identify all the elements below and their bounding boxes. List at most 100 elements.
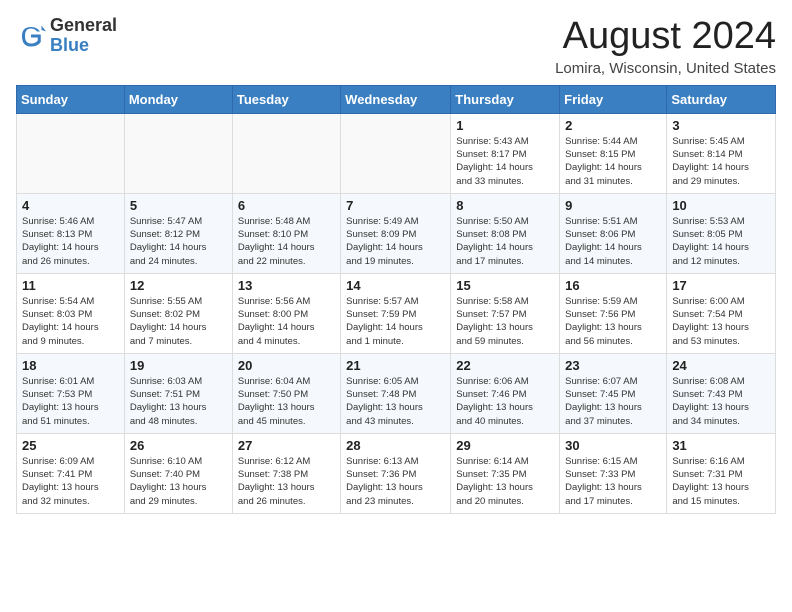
day-info: Sunrise: 5:57 AM Sunset: 7:59 PM Dayligh… bbox=[346, 295, 445, 348]
calendar-cell: 24 Sunrise: 6:08 AM Sunset: 7:43 PM Dayli… bbox=[667, 353, 776, 433]
day-number: 31 bbox=[672, 438, 770, 453]
logo: General Blue bbox=[16, 16, 117, 56]
calendar-cell: 3 Sunrise: 5:45 AM Sunset: 8:14 PM Daylig… bbox=[667, 113, 776, 193]
day-info: Sunrise: 5:55 AM Sunset: 8:02 PM Dayligh… bbox=[130, 295, 227, 348]
day-info: Sunrise: 5:48 AM Sunset: 8:10 PM Dayligh… bbox=[238, 215, 335, 268]
day-number: 21 bbox=[346, 358, 445, 373]
day-info: Sunrise: 5:54 AM Sunset: 8:03 PM Dayligh… bbox=[22, 295, 119, 348]
week-row-3: 11 Sunrise: 5:54 AM Sunset: 8:03 PM Dayli… bbox=[17, 273, 776, 353]
calendar-cell: 17 Sunrise: 6:00 AM Sunset: 7:54 PM Dayli… bbox=[667, 273, 776, 353]
logo-line2: Blue bbox=[50, 36, 117, 56]
calendar-cell: 18 Sunrise: 6:01 AM Sunset: 7:53 PM Dayli… bbox=[17, 353, 125, 433]
calendar-cell bbox=[124, 113, 232, 193]
day-info: Sunrise: 5:53 AM Sunset: 8:05 PM Dayligh… bbox=[672, 215, 770, 268]
weekday-header-friday: Friday bbox=[560, 85, 667, 113]
day-number: 17 bbox=[672, 278, 770, 293]
location: Lomira, Wisconsin, United States bbox=[555, 60, 776, 77]
day-info: Sunrise: 6:10 AM Sunset: 7:40 PM Dayligh… bbox=[130, 455, 227, 508]
weekday-header-thursday: Thursday bbox=[451, 85, 560, 113]
day-number: 2 bbox=[565, 118, 661, 133]
calendar-cell: 22 Sunrise: 6:06 AM Sunset: 7:46 PM Dayli… bbox=[451, 353, 560, 433]
day-number: 4 bbox=[22, 198, 119, 213]
calendar-cell: 10 Sunrise: 5:53 AM Sunset: 8:05 PM Dayli… bbox=[667, 193, 776, 273]
day-info: Sunrise: 6:08 AM Sunset: 7:43 PM Dayligh… bbox=[672, 375, 770, 428]
month-title: August 2024 bbox=[555, 16, 776, 58]
calendar-cell: 7Sunrise: 5:49 AM Sunset: 8:09 PM Daylig… bbox=[341, 193, 451, 273]
day-number: 14 bbox=[346, 278, 445, 293]
day-info: Sunrise: 5:56 AM Sunset: 8:00 PM Dayligh… bbox=[238, 295, 335, 348]
day-number: 11 bbox=[22, 278, 119, 293]
calendar-cell: 27 Sunrise: 6:12 AM Sunset: 7:38 PM Dayli… bbox=[232, 433, 340, 513]
day-info: Sunrise: 5:46 AM Sunset: 8:13 PM Dayligh… bbox=[22, 215, 119, 268]
calendar-cell: 11 Sunrise: 5:54 AM Sunset: 8:03 PM Dayli… bbox=[17, 273, 125, 353]
logo-line1: General bbox=[50, 16, 117, 36]
day-number: 23 bbox=[565, 358, 661, 373]
day-number: 3 bbox=[672, 118, 770, 133]
calendar-cell: 20 Sunrise: 6:04 AM Sunset: 7:50 PM Dayli… bbox=[232, 353, 340, 433]
calendar-cell: 2 Sunrise: 5:44 AM Sunset: 8:15 PM Daylig… bbox=[560, 113, 667, 193]
calendar-cell bbox=[232, 113, 340, 193]
calendar-cell: 4 Sunrise: 5:46 AM Sunset: 8:13 PM Daylig… bbox=[17, 193, 125, 273]
day-number: 27 bbox=[238, 438, 335, 453]
calendar-cell: 8Sunrise: 5:50 AM Sunset: 8:08 PM Daylig… bbox=[451, 193, 560, 273]
day-info: Sunrise: 5:45 AM Sunset: 8:14 PM Dayligh… bbox=[672, 135, 770, 188]
calendar-cell: 13 Sunrise: 5:56 AM Sunset: 8:00 PM Dayli… bbox=[232, 273, 340, 353]
day-number: 15 bbox=[456, 278, 554, 293]
day-number: 24 bbox=[672, 358, 770, 373]
day-number: 16 bbox=[565, 278, 661, 293]
day-number: 29 bbox=[456, 438, 554, 453]
day-number: 6 bbox=[238, 198, 335, 213]
calendar-cell: 9Sunrise: 5:51 AM Sunset: 8:06 PM Daylig… bbox=[560, 193, 667, 273]
day-info: Sunrise: 5:59 AM Sunset: 7:56 PM Dayligh… bbox=[565, 295, 661, 348]
day-info: Sunrise: 5:43 AM Sunset: 8:17 PM Dayligh… bbox=[456, 135, 554, 188]
calendar-cell: 14 Sunrise: 5:57 AM Sunset: 7:59 PM Dayli… bbox=[341, 273, 451, 353]
calendar-cell: 6 Sunrise: 5:48 AM Sunset: 8:10 PM Daylig… bbox=[232, 193, 340, 273]
day-info: Sunrise: 5:49 AM Sunset: 8:09 PM Dayligh… bbox=[346, 215, 445, 268]
day-info: Sunrise: 5:44 AM Sunset: 8:15 PM Dayligh… bbox=[565, 135, 661, 188]
day-info: Sunrise: 6:04 AM Sunset: 7:50 PM Dayligh… bbox=[238, 375, 335, 428]
weekday-header-monday: Monday bbox=[124, 85, 232, 113]
day-number: 30 bbox=[565, 438, 661, 453]
day-number: 25 bbox=[22, 438, 119, 453]
day-info: Sunrise: 6:01 AM Sunset: 7:53 PM Dayligh… bbox=[22, 375, 119, 428]
day-number: 12 bbox=[130, 278, 227, 293]
calendar-cell: 28 Sunrise: 6:13 AM Sunset: 7:36 PM Dayli… bbox=[341, 433, 451, 513]
day-info: Sunrise: 6:07 AM Sunset: 7:45 PM Dayligh… bbox=[565, 375, 661, 428]
day-number: 1 bbox=[456, 118, 554, 133]
calendar-cell: 31Sunrise: 6:16 AM Sunset: 7:31 PM Dayli… bbox=[667, 433, 776, 513]
week-row-5: 25 Sunrise: 6:09 AM Sunset: 7:41 PM Dayli… bbox=[17, 433, 776, 513]
day-info: Sunrise: 6:12 AM Sunset: 7:38 PM Dayligh… bbox=[238, 455, 335, 508]
day-number: 10 bbox=[672, 198, 770, 213]
calendar-cell: 26 Sunrise: 6:10 AM Sunset: 7:40 PM Dayli… bbox=[124, 433, 232, 513]
calendar-cell: 12 Sunrise: 5:55 AM Sunset: 8:02 PM Dayli… bbox=[124, 273, 232, 353]
day-number: 22 bbox=[456, 358, 554, 373]
day-number: 26 bbox=[130, 438, 227, 453]
week-row-1: 1 Sunrise: 5:43 AM Sunset: 8:17 PM Daylig… bbox=[17, 113, 776, 193]
weekday-header-tuesday: Tuesday bbox=[232, 85, 340, 113]
calendar-cell: 30Sunrise: 6:15 AM Sunset: 7:33 PM Dayli… bbox=[560, 433, 667, 513]
logo-text: General Blue bbox=[50, 16, 117, 56]
calendar-cell: 23 Sunrise: 6:07 AM Sunset: 7:45 PM Dayli… bbox=[560, 353, 667, 433]
day-info: Sunrise: 5:47 AM Sunset: 8:12 PM Dayligh… bbox=[130, 215, 227, 268]
day-info: Sunrise: 6:00 AM Sunset: 7:54 PM Dayligh… bbox=[672, 295, 770, 348]
calendar-cell: 16 Sunrise: 5:59 AM Sunset: 7:56 PM Dayli… bbox=[560, 273, 667, 353]
day-info: Sunrise: 6:06 AM Sunset: 7:46 PM Dayligh… bbox=[456, 375, 554, 428]
title-area: August 2024 Lomira, Wisconsin, United St… bbox=[555, 16, 776, 77]
day-number: 20 bbox=[238, 358, 335, 373]
calendar-cell: 19Sunrise: 6:03 AM Sunset: 7:51 PM Dayli… bbox=[124, 353, 232, 433]
page-header: General Blue August 2024 Lomira, Wiscons… bbox=[16, 16, 776, 77]
weekday-header-sunday: Sunday bbox=[17, 85, 125, 113]
day-number: 28 bbox=[346, 438, 445, 453]
calendar-cell bbox=[341, 113, 451, 193]
day-info: Sunrise: 6:09 AM Sunset: 7:41 PM Dayligh… bbox=[22, 455, 119, 508]
calendar-cell: 29 Sunrise: 6:14 AM Sunset: 7:35 PM Dayli… bbox=[451, 433, 560, 513]
day-number: 13 bbox=[238, 278, 335, 293]
day-info: Sunrise: 6:03 AM Sunset: 7:51 PM Dayligh… bbox=[130, 375, 227, 428]
day-info: Sunrise: 6:14 AM Sunset: 7:35 PM Dayligh… bbox=[456, 455, 554, 508]
day-info: Sunrise: 5:58 AM Sunset: 7:57 PM Dayligh… bbox=[456, 295, 554, 348]
weekday-header-saturday: Saturday bbox=[667, 85, 776, 113]
calendar-cell: 21Sunrise: 6:05 AM Sunset: 7:48 PM Dayli… bbox=[341, 353, 451, 433]
day-info: Sunrise: 6:13 AM Sunset: 7:36 PM Dayligh… bbox=[346, 455, 445, 508]
calendar-body: 1 Sunrise: 5:43 AM Sunset: 8:17 PM Daylig… bbox=[17, 113, 776, 513]
day-number: 18 bbox=[22, 358, 119, 373]
